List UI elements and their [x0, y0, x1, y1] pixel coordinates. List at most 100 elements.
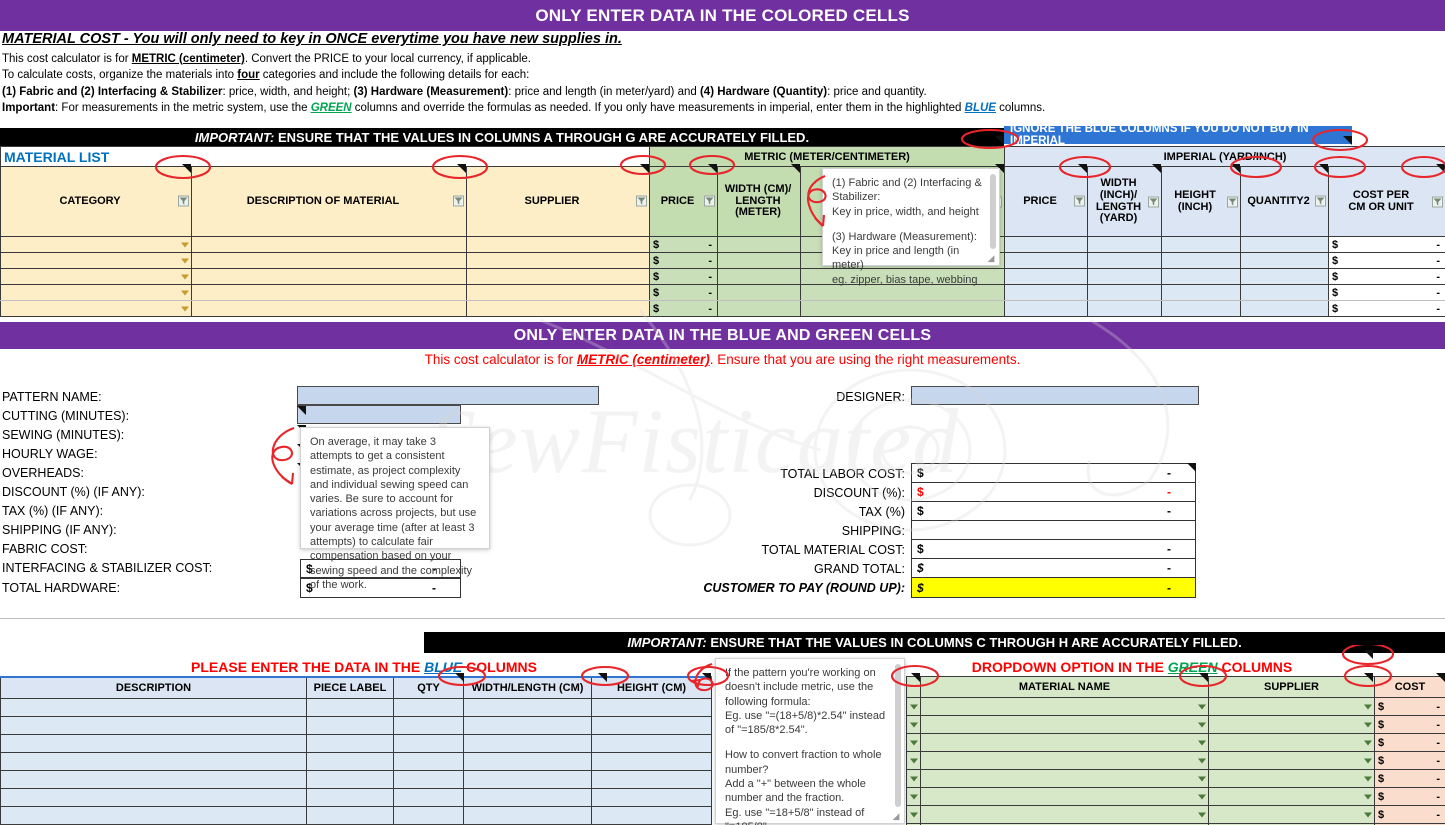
cell-cut-description[interactable]	[0, 787, 307, 807]
cell-imperial-width[interactable]	[1087, 268, 1163, 285]
cell-category[interactable]	[0, 252, 192, 269]
dropdown-arrow-icon[interactable]	[1198, 812, 1206, 817]
cell-category[interactable]	[0, 284, 192, 301]
dropdown-arrow-icon[interactable]	[910, 722, 918, 727]
input-cutting-minutes[interactable]	[297, 405, 461, 424]
input-designer[interactable]	[911, 386, 1199, 405]
cell-qty[interactable]	[393, 787, 464, 807]
cell-row-selector[interactable]	[906, 787, 921, 806]
cell-imperial-height[interactable]	[1161, 268, 1242, 285]
dropdown-arrow-icon[interactable]	[1198, 740, 1206, 745]
dropdown-arrow-icon[interactable]	[910, 776, 918, 781]
table-row[interactable]	[0, 697, 712, 717]
cell-qty[interactable]	[393, 805, 464, 825]
cell-material-name[interactable]	[920, 805, 1209, 824]
table-row[interactable]: $ - $ -	[0, 284, 1445, 301]
filter-icon-metric-price[interactable]	[704, 195, 715, 207]
cell-supplier[interactable]	[466, 284, 650, 301]
dropdown-arrow-icon[interactable]	[910, 812, 918, 817]
cell-material-name[interactable]	[920, 733, 1209, 752]
table-row[interactable]	[0, 751, 712, 771]
cell-width-length-cm[interactable]	[463, 787, 592, 807]
table-row[interactable]	[0, 805, 712, 825]
cell-piece-label[interactable]	[306, 769, 394, 789]
value-shipping-total[interactable]	[911, 520, 1196, 540]
dropdown-arrow-icon[interactable]	[1364, 704, 1372, 709]
cell-piece-label[interactable]	[306, 697, 394, 717]
cell-imperial-height[interactable]	[1161, 284, 1242, 301]
cell-imperial-width[interactable]	[1087, 300, 1163, 317]
filter-icon-imperial-width[interactable]	[1148, 196, 1160, 207]
cell-supplier[interactable]	[466, 236, 650, 253]
table-row[interactable]: $ - $ -	[0, 300, 1445, 317]
cell-cut-supplier[interactable]	[1208, 733, 1375, 752]
table-row[interactable]: $-	[906, 697, 1445, 716]
table-row[interactable]: $ - $ -	[0, 236, 1445, 253]
cell-imperial-height[interactable]	[1161, 300, 1242, 317]
cell-metric-price[interactable]: $ -	[649, 300, 718, 317]
cell-piece-label[interactable]	[306, 733, 394, 753]
cell-imperial-price[interactable]	[1004, 236, 1089, 253]
cell-metric-width[interactable]	[717, 300, 801, 317]
cell-height-cm[interactable]	[591, 751, 712, 771]
filter-icon-cost-per-unit[interactable]	[1432, 196, 1444, 207]
cell-metric-price[interactable]: $ -	[649, 268, 718, 285]
cell-height-cm[interactable]	[591, 805, 712, 825]
cell-material-name[interactable]	[920, 715, 1209, 734]
dropdown-arrow-icon[interactable]	[181, 290, 189, 295]
cell-cut-description[interactable]	[0, 733, 307, 753]
cell-category[interactable]	[0, 268, 192, 285]
table-row[interactable]: $-	[906, 733, 1445, 752]
cell-piece-label[interactable]	[306, 805, 394, 825]
cell-metric-price[interactable]: $ -	[649, 236, 718, 253]
cell-imperial-width[interactable]	[1087, 284, 1163, 301]
dropdown-arrow-icon[interactable]	[1198, 758, 1206, 763]
dropdown-arrow-icon[interactable]	[181, 306, 189, 311]
cell-width-length-cm[interactable]	[463, 805, 592, 825]
cell-row-selector[interactable]	[906, 733, 921, 752]
dropdown-arrow-icon[interactable]	[1364, 722, 1372, 727]
table-row[interactable]: $ - $ -	[0, 268, 1445, 285]
table-row[interactable]	[0, 715, 712, 735]
cell-cut-supplier[interactable]	[1208, 787, 1375, 806]
cell-qty[interactable]	[393, 769, 464, 789]
dropdown-arrow-icon[interactable]	[181, 258, 189, 263]
filter-icon-imperial-height[interactable]	[1227, 196, 1239, 207]
cell-material-name[interactable]	[920, 697, 1209, 716]
filter-icon-imperial-price[interactable]	[1074, 195, 1086, 207]
cell-height-cm[interactable]	[591, 697, 712, 717]
cell-piece-label[interactable]	[306, 787, 394, 807]
dropdown-arrow-icon[interactable]	[1198, 704, 1206, 709]
cell-row-selector[interactable]	[906, 751, 921, 770]
cell-metric-price[interactable]: $ -	[649, 284, 718, 301]
cell-qty[interactable]	[393, 733, 464, 753]
cell-metric-width[interactable]	[717, 236, 801, 253]
cell-height-cm[interactable]	[591, 733, 712, 753]
cell-cut-description[interactable]	[0, 715, 307, 735]
dropdown-arrow-icon[interactable]	[910, 704, 918, 709]
cell-material-name[interactable]	[920, 787, 1209, 806]
cell-width-length-cm[interactable]	[463, 697, 592, 717]
tooltip-scrollbar[interactable]	[990, 174, 996, 249]
cell-supplier[interactable]	[466, 252, 650, 269]
cell-cut-supplier[interactable]	[1208, 715, 1375, 734]
cell-quantity2[interactable]	[1240, 268, 1330, 285]
cell-row-selector[interactable]	[906, 715, 921, 734]
cell-qty[interactable]	[393, 697, 464, 717]
cell-cut-description[interactable]	[0, 769, 307, 789]
cell-imperial-price[interactable]	[1004, 284, 1089, 301]
cell-material-name[interactable]	[920, 751, 1209, 770]
cell-qty[interactable]	[393, 715, 464, 735]
cell-category[interactable]	[0, 236, 192, 253]
cell-category[interactable]	[0, 300, 192, 317]
cell-row-selector[interactable]	[906, 805, 921, 824]
cell-piece-label[interactable]	[306, 751, 394, 771]
filter-icon-description[interactable]	[453, 195, 464, 207]
cell-supplier[interactable]	[466, 300, 650, 317]
cell-qty[interactable]	[393, 751, 464, 771]
dropdown-arrow-icon[interactable]	[181, 274, 189, 279]
dropdown-arrow-icon[interactable]	[1364, 776, 1372, 781]
cell-row-selector[interactable]	[906, 697, 921, 716]
dropdown-arrow-icon[interactable]	[181, 242, 189, 247]
table-row[interactable]	[0, 787, 712, 807]
